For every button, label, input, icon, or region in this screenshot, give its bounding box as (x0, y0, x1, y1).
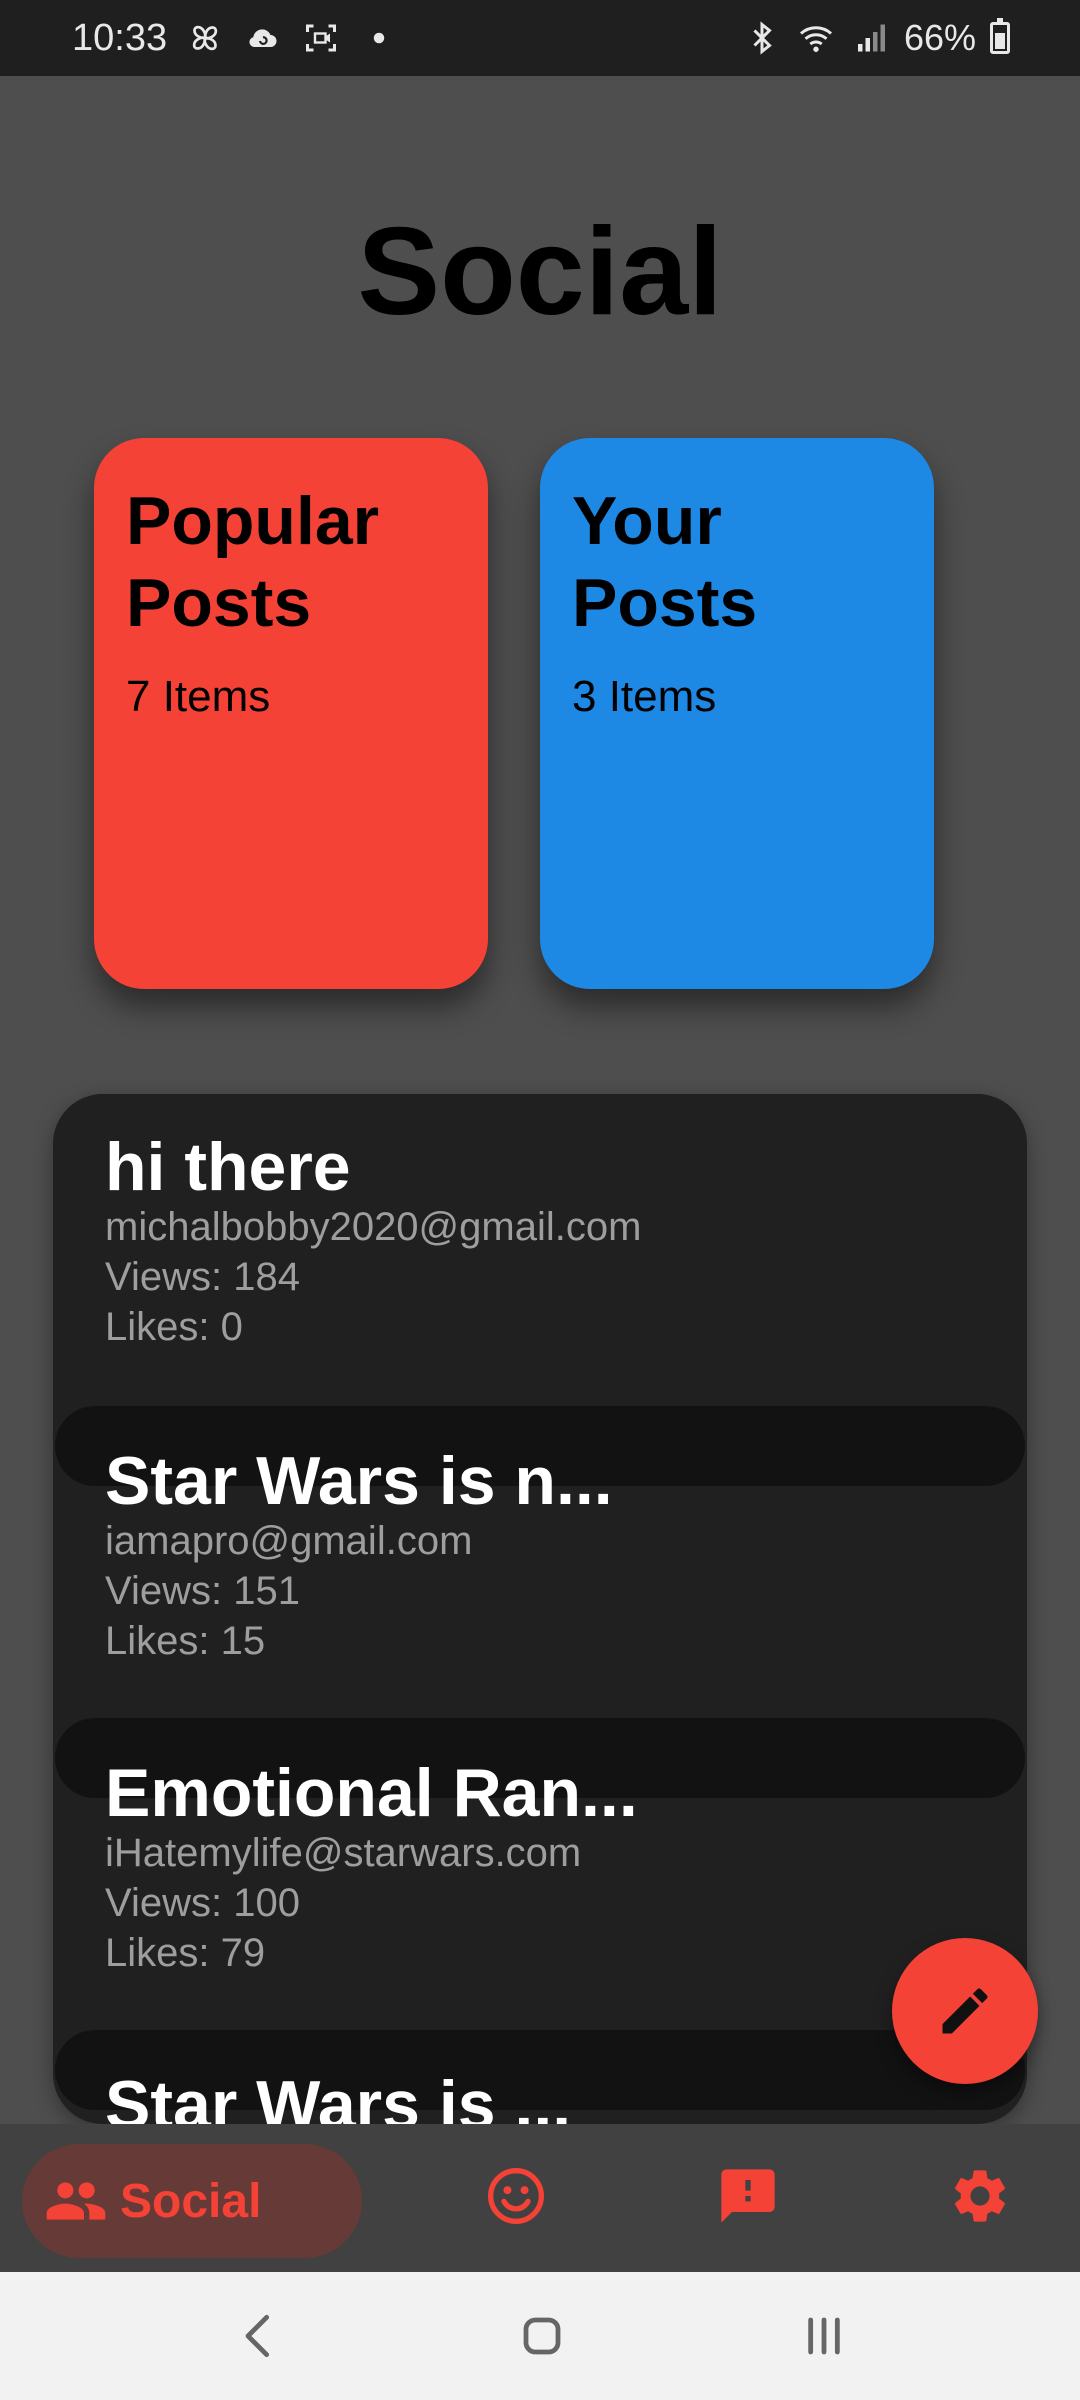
your-posts-title-line1: Your (572, 483, 722, 559)
post-item[interactable]: Emotional Ran... iHatemylife@starwars.co… (53, 1755, 1027, 2070)
post-likes: Likes: 0 (105, 1305, 243, 1349)
post-likes: Likes: 79 (105, 1931, 266, 1975)
cloud-sync-icon (243, 18, 283, 58)
nav-social-label: Social (120, 2174, 262, 2228)
page-title: Social (357, 203, 723, 341)
dot-icon (359, 18, 399, 58)
status-bar: 10:33 66% (0, 0, 1080, 76)
post-item[interactable]: Star Wars is n... iamapro@gmail.com View… (53, 1443, 1027, 1758)
post-author: michalbobby2020@gmail.com (105, 1205, 642, 1249)
your-posts-count: 3 Items (572, 672, 717, 721)
bottom-navigation: Social (0, 2124, 1080, 2272)
post-views: Views: 151 (105, 1569, 300, 1613)
popular-posts-count: 7 Items (126, 672, 271, 721)
pinwheel-icon (185, 18, 225, 58)
status-left: 10:33 (72, 17, 399, 60)
post-title: Star Wars is ... (105, 2067, 572, 2124)
recents-button[interactable] (792, 2304, 856, 2368)
popular-posts-title-line1: Popular (126, 483, 380, 559)
settings-icon (954, 2170, 1005, 2222)
nav-settings-tab[interactable] (948, 2164, 1012, 2228)
post-meta: michalbobby2020@gmail.com Views: 184 Lik… (105, 1202, 641, 1352)
signal-icon (850, 18, 890, 58)
people-icon (46, 2182, 106, 2220)
home-button[interactable] (510, 2304, 574, 2368)
wifi-icon (796, 18, 836, 58)
post-title: Emotional Ran... (105, 1755, 638, 1831)
post-item[interactable]: Star Wars is ... (53, 2067, 1027, 2124)
post-author: iamapro@gmail.com (105, 1519, 473, 1563)
recents-icon (808, 2317, 840, 2355)
feedback-icon (721, 2169, 775, 2223)
screen-record-icon (301, 18, 341, 58)
your-posts-card[interactable]: Your Posts 3 Items (540, 438, 934, 989)
back-button[interactable] (228, 2304, 292, 2368)
post-author: iHatemylife@starwars.com (105, 1831, 582, 1875)
nav-social-tab[interactable]: Social (22, 2144, 362, 2258)
post-meta: iamapro@gmail.com Views: 151 Likes: 15 (105, 1516, 472, 1666)
status-right: 66% (742, 17, 1010, 59)
post-feed[interactable]: hi there michalbobby2020@gmail.com Views… (53, 1094, 1027, 2124)
post-title: Star Wars is n... (105, 1443, 613, 1519)
home-icon (523, 2317, 561, 2355)
battery-percent: 66% (903, 17, 976, 58)
new-post-button[interactable] (892, 1938, 1038, 2084)
nav-feedback-tab[interactable] (716, 2164, 780, 2228)
post-title: hi there (105, 1129, 351, 1205)
status-time: 10:33 (72, 16, 168, 59)
post-item[interactable]: hi there michalbobby2020@gmail.com Views… (53, 1094, 1027, 1406)
post-views: Views: 100 (105, 1881, 300, 1925)
back-icon (245, 2314, 270, 2358)
battery-icon (990, 18, 1010, 54)
system-navigation-bar (0, 2272, 1080, 2400)
your-posts-title-line2: Posts (572, 565, 758, 641)
popular-posts-card[interactable]: Popular Posts 7 Items (94, 438, 488, 989)
post-likes: Likes: 15 (105, 1619, 266, 1663)
post-meta: iHatemylife@starwars.com Views: 100 Like… (105, 1828, 581, 1978)
bluetooth-icon (742, 18, 782, 58)
nav-smiley-tab[interactable] (484, 2164, 548, 2228)
popular-posts-card-title: Popular Posts (126, 480, 456, 644)
smiley-icon (488, 2168, 544, 2224)
post-views: Views: 184 (105, 1255, 300, 1299)
popular-posts-title-line2: Posts (126, 565, 312, 641)
your-posts-card-title: Your Posts (572, 480, 902, 644)
pencil-icon (942, 1988, 988, 2034)
